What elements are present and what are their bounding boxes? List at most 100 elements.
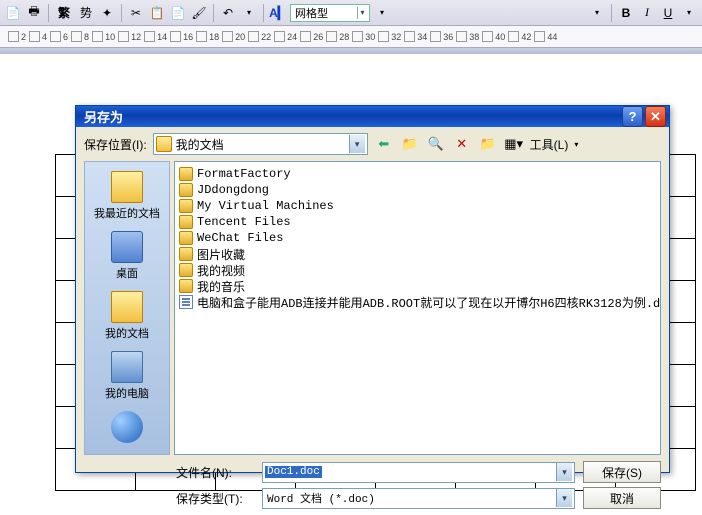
folder-icon bbox=[179, 247, 193, 261]
toolbar-icon[interactable]: ✦ bbox=[98, 4, 116, 22]
paste-icon[interactable]: 📄 bbox=[169, 4, 187, 22]
sidebar-item-recent[interactable]: 我最近的文档 bbox=[94, 168, 160, 224]
tools-label[interactable]: 工具(L) bbox=[530, 136, 569, 153]
file-list-item[interactable]: 电脑和盒子能用ADB连接并能用ADB.ROOT就可以了现在以开博尔H6四核RK3… bbox=[179, 294, 656, 310]
ruler-mark: 20 bbox=[222, 31, 245, 42]
dropdown-icon[interactable]: ▾ bbox=[240, 4, 258, 22]
location-label: 保存位置(I): bbox=[84, 136, 147, 153]
style-value: 网格型 bbox=[295, 8, 328, 20]
ruler-mark: 32 bbox=[378, 31, 401, 42]
chevron-down-icon[interactable]: ▾ bbox=[556, 489, 572, 507]
file-list-item[interactable]: Tencent Files bbox=[179, 214, 656, 230]
toolbar-icon[interactable]: 势 bbox=[77, 4, 95, 22]
ruler-mark: 28 bbox=[326, 31, 349, 42]
dialog-titlebar[interactable]: 另存为 ? ✕ bbox=[76, 106, 669, 127]
close-button[interactable]: ✕ bbox=[645, 106, 666, 127]
sidebar-item-network[interactable] bbox=[111, 408, 143, 448]
file-list-item[interactable]: JDdongdong bbox=[179, 182, 656, 198]
up-icon[interactable]: 📁 bbox=[400, 134, 420, 154]
ruler-mark: 8 bbox=[71, 31, 89, 42]
format-painter-icon[interactable]: 🖌 bbox=[190, 4, 208, 22]
document-icon bbox=[179, 295, 193, 309]
ruler-mark: 22 bbox=[248, 31, 271, 42]
help-button[interactable]: ? bbox=[622, 106, 643, 127]
desktop-icon bbox=[111, 231, 143, 263]
file-list-item[interactable]: 图片收藏 bbox=[179, 246, 656, 262]
filename-label: 文件名(N): bbox=[176, 464, 254, 481]
file-list-item[interactable]: 我的音乐 bbox=[179, 278, 656, 294]
file-list-item[interactable]: WeChat Files bbox=[179, 230, 656, 246]
sidebar-item-label: 我的文档 bbox=[105, 325, 149, 341]
font-color-icon[interactable]: A▎ bbox=[269, 4, 287, 22]
recent-icon bbox=[111, 171, 143, 203]
chevron-down-icon: ▾ bbox=[357, 7, 367, 19]
cancel-button[interactable]: 取消 bbox=[583, 487, 661, 509]
mydocs-icon bbox=[111, 291, 143, 323]
ruler-mark: 6 bbox=[50, 31, 68, 42]
underline-button[interactable]: U bbox=[659, 4, 677, 22]
mycomputer-icon bbox=[111, 351, 143, 383]
file-name: 电脑和盒子能用ADB连接并能用ADB.ROOT就可以了现在以开博尔H6四核RK3… bbox=[197, 294, 661, 311]
ruler-mark: 24 bbox=[274, 31, 297, 42]
file-name: My Virtual Machines bbox=[197, 199, 334, 213]
undo-icon[interactable]: ↶ bbox=[219, 4, 237, 22]
folder-icon bbox=[179, 263, 193, 277]
style-selector[interactable]: 网格型 ▾ bbox=[290, 4, 370, 22]
filetype-label: 保存类型(T): bbox=[176, 490, 254, 507]
file-list[interactable]: FormatFactory JDdongdong My Virtual Machin… bbox=[174, 161, 661, 455]
ruler-mark: 44 bbox=[534, 31, 557, 42]
new-folder-icon[interactable]: 📁 bbox=[478, 134, 498, 154]
bold-button[interactable]: B bbox=[617, 4, 635, 22]
filetype-value: Word 文档 (*.doc) bbox=[265, 490, 377, 506]
sidebar-item-mydocs[interactable]: 我的文档 bbox=[105, 288, 149, 344]
sidebar-item-label: 我最近的文档 bbox=[94, 205, 160, 221]
folder-icon bbox=[179, 279, 193, 293]
dropdown-icon[interactable]: ▾ bbox=[373, 4, 391, 22]
traditional-button[interactable]: 繁 bbox=[54, 4, 74, 21]
back-icon[interactable]: ⬅ bbox=[374, 134, 394, 154]
folder-icon bbox=[179, 167, 193, 181]
main-toolbar: 📄 🖶 繁 势 ✦ ✂ 📋 📄 🖌 ↶ ▾ A▎ 网格型 ▾ ▾ ▾ B I U… bbox=[0, 0, 702, 26]
dropdown-icon[interactable]: ▾ bbox=[680, 4, 698, 22]
file-name: JDdongdong bbox=[197, 183, 269, 197]
save-button[interactable]: 保存(S) bbox=[583, 461, 661, 483]
ruler-mark: 12 bbox=[118, 31, 141, 42]
filetype-selector[interactable]: Word 文档 (*.doc) ▾ bbox=[262, 488, 575, 509]
sidebar-item-mycomputer[interactable]: 我的电脑 bbox=[105, 348, 149, 404]
ruler-mark: 36 bbox=[430, 31, 453, 42]
copy-icon[interactable]: 📋 bbox=[148, 4, 166, 22]
network-icon bbox=[111, 411, 143, 443]
ruler-mark: 14 bbox=[144, 31, 167, 42]
chevron-down-icon[interactable]: ▾ bbox=[556, 463, 572, 481]
file-list-item[interactable]: FormatFactory bbox=[179, 166, 656, 182]
sidebar-item-label: 桌面 bbox=[116, 265, 138, 281]
file-name: WeChat Files bbox=[197, 231, 283, 245]
ruler-mark: 30 bbox=[352, 31, 375, 42]
new-icon[interactable]: 📄 bbox=[4, 4, 22, 22]
delete-icon[interactable]: ✕ bbox=[452, 134, 472, 154]
folder-icon bbox=[179, 231, 193, 245]
location-selector[interactable]: 我的文档 ▾ bbox=[153, 133, 368, 155]
dropdown-icon[interactable]: ▾ bbox=[588, 4, 606, 22]
file-name: FormatFactory bbox=[197, 167, 291, 181]
file-name: 图片收藏 bbox=[197, 246, 245, 263]
save-as-dialog: 另存为 ? ✕ 保存位置(I): 我的文档 ▾ ⬅ 📁 🔍 ✕ 📁 ▦▾ 工具(… bbox=[75, 105, 670, 473]
print-icon[interactable]: 🖶 bbox=[25, 4, 43, 22]
chevron-down-icon[interactable]: ▾ bbox=[574, 140, 578, 149]
sidebar-item-desktop[interactable]: 桌面 bbox=[111, 228, 143, 284]
ruler-mark: 2 bbox=[8, 31, 26, 42]
file-list-item[interactable]: 我的视频 bbox=[179, 262, 656, 278]
file-name: 我的音乐 bbox=[197, 278, 245, 295]
file-list-item[interactable]: My Virtual Machines bbox=[179, 198, 656, 214]
folder-icon bbox=[179, 183, 193, 197]
ruler-mark: 26 bbox=[300, 31, 323, 42]
ruler-mark: 10 bbox=[92, 31, 115, 42]
views-icon[interactable]: ▦▾ bbox=[504, 134, 524, 154]
filename-input[interactable]: Doc1.doc ▾ bbox=[262, 462, 575, 483]
ruler-mark: 16 bbox=[170, 31, 193, 42]
search-icon[interactable]: 🔍 bbox=[426, 134, 446, 154]
cut-icon[interactable]: ✂ bbox=[127, 4, 145, 22]
dialog-title: 另存为 bbox=[84, 107, 123, 126]
italic-button[interactable]: I bbox=[638, 4, 656, 22]
places-sidebar: 我最近的文档桌面我的文档我的电脑 bbox=[84, 161, 170, 455]
